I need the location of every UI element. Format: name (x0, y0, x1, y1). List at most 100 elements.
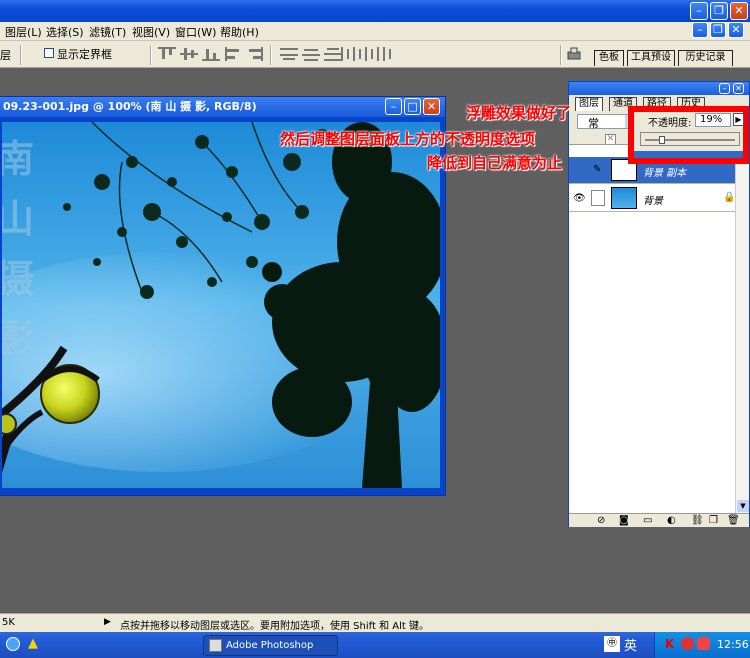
distribute-hcenter-icon[interactable] (358, 47, 376, 61)
menu-filter[interactable]: 滤镜(T) (89, 24, 126, 40)
show-bounds-label: 显示定界框 (57, 48, 112, 61)
doc-window-maximize-button[interactable]: □ (404, 98, 421, 115)
brush-icon: ✎ (593, 164, 602, 175)
doc-close-button[interactable]: ✕ (728, 22, 744, 38)
photoshop-app-icon (209, 639, 222, 652)
adjustment-layer-icon[interactable]: ◐ (667, 515, 676, 526)
visibility-eye-icon[interactable] (573, 164, 587, 176)
new-layer-icon[interactable]: ❐ (709, 515, 718, 526)
menu-select[interactable]: 选择(S) (46, 24, 84, 40)
menu-bar: 图层(L) 选择(S) 滤镜(T) 视图(V) 窗口(W) 帮助(H) – ❐ … (0, 22, 750, 41)
link-cell[interactable] (591, 190, 605, 206)
svg-text:摄: 摄 (2, 256, 34, 301)
align-right-icon[interactable] (246, 47, 264, 61)
link-layers-icon[interactable]: ⛓ (691, 515, 704, 526)
distribute-vcenter-icon[interactable] (302, 47, 320, 61)
app-title-bar: – ❐ ✕ (0, 0, 750, 22)
layers-list: ✎ 背景 副本 👁 背景 🔒 (569, 144, 749, 514)
lock-icon: 🔒 (723, 192, 736, 203)
separator (270, 45, 272, 65)
highlight-box: 不透明度: 19% ▶ (628, 106, 749, 164)
trash-icon[interactable]: 🗑 (727, 515, 740, 526)
options-bar: 层 显示定界框 色板 工具预设 历史记录 (0, 41, 750, 68)
menu-view[interactable]: 视图(V) (132, 24, 170, 40)
blend-mode-value: 常 (588, 117, 599, 130)
antivirus-icon[interactable]: K (665, 637, 674, 651)
security-tray-icon[interactable] (681, 637, 694, 650)
ime-language[interactable]: 英 (624, 635, 637, 654)
tab-swatches[interactable]: 色板 (594, 50, 624, 66)
shield-icon[interactable] (697, 637, 710, 650)
doc-window-close-button[interactable]: ✕ (423, 98, 440, 115)
svg-text:山: 山 (2, 196, 34, 241)
layers-scrollbar[interactable]: ▲ ▼ (735, 144, 749, 513)
opacity-flyout-icon[interactable]: ▶ (733, 113, 744, 126)
taskbar-app-button[interactable]: Adobe Photoshop (203, 635, 338, 656)
tab-history[interactable]: 历史记录 (678, 50, 733, 66)
tab-tool-presets[interactable]: 工具预设 (627, 50, 675, 66)
svg-text:影: 影 (2, 316, 34, 361)
layer-name[interactable]: 背景 (643, 192, 663, 207)
align-vcenter-icon[interactable] (180, 47, 198, 61)
auto-select-layer-label: 层 (0, 49, 11, 62)
layer-row[interactable]: 👁 背景 🔒 (569, 185, 749, 212)
palette-title-bar[interactable]: – ✕ (569, 82, 749, 95)
tab-layers[interactable]: 图层 (575, 97, 603, 111)
system-tray: K 12:56 (654, 632, 750, 658)
document-title-bar[interactable]: 09.23-001.jpg @ 100% (南 山 摄 影, RGB/8) (0, 97, 445, 117)
opacity-slider[interactable] (640, 132, 740, 146)
status-hint: 点按并拖移以移动图层或选区。要用附加选项，使用 Shift 和 Alt 键。 (120, 621, 429, 632)
document-window[interactable]: 09.23-001.jpg @ 100% (南 山 摄 影, RGB/8) – … (0, 96, 446, 496)
opacity-value: 19% (700, 114, 723, 125)
menu-layer[interactable]: 图层(L) (5, 24, 42, 40)
annotation-line-2: 然后调整图层面板上方的不透明度选项 (280, 130, 536, 148)
layer-mask-icon[interactable]: ◙ (619, 515, 629, 526)
distribute-top-icon[interactable] (280, 47, 298, 61)
restore-button[interactable]: ❐ (710, 2, 728, 20)
separator (150, 45, 152, 65)
status-arrow-icon[interactable]: ▶ (104, 617, 111, 627)
annotation-line-1: 浮雕效果做好了 (466, 104, 572, 122)
separator (560, 45, 562, 65)
status-bar: 5K ▶ 点按并拖移以移动图层或选区。要用附加选项，使用 Shift 和 Alt… (0, 613, 750, 632)
document-title: 09.23-001.jpg @ 100% (南 山 摄 影, RGB/8) (3, 100, 257, 113)
quicklaunch-ie-icon[interactable] (6, 637, 20, 651)
distribute-right-icon[interactable] (376, 47, 394, 61)
opacity-slider-thumb[interactable] (659, 136, 666, 144)
svg-text:南: 南 (2, 136, 34, 181)
ime-icon[interactable]: ㊥ (604, 636, 620, 652)
scroll-down-icon[interactable]: ▼ (737, 500, 749, 512)
layer-name[interactable]: 背景 副本 (643, 164, 686, 179)
align-top-icon[interactable] (158, 47, 176, 61)
menu-help[interactable]: 帮助(H) (220, 24, 259, 40)
selected-layer-strip (634, 151, 743, 158)
minimize-button[interactable]: – (690, 2, 708, 20)
new-group-icon[interactable]: ▭ (643, 515, 652, 526)
quicklaunch-warning-icon[interactable]: ▲ (28, 636, 38, 651)
doc-size: 5K (2, 617, 15, 628)
menu-window[interactable]: 窗口(W) (175, 24, 216, 40)
file-browser-icon[interactable] (566, 45, 582, 61)
align-left-icon[interactable] (224, 47, 242, 61)
opacity-input[interactable]: 19% (695, 113, 731, 127)
doc-minimize-button[interactable]: – (692, 22, 708, 38)
align-bottom-icon[interactable] (202, 47, 220, 61)
opacity-label: 不透明度: (648, 118, 692, 129)
annotation-line-3: 降低到自己满意为止 (427, 154, 563, 172)
visibility-eye-icon[interactable]: 👁 (573, 193, 586, 204)
show-bounds-checkbox[interactable] (44, 48, 54, 58)
palette-close-button[interactable]: ✕ (733, 83, 744, 94)
layer-thumbnail (611, 187, 637, 209)
doc-window-minimize-button[interactable]: – (385, 98, 402, 115)
taskbar: ▲ Adobe Photoshop ㊥ 英 K 12:56 (0, 632, 750, 658)
layer-style-icon[interactable]: ⊘ (597, 515, 605, 526)
palette-minimize-button[interactable]: – (719, 83, 730, 94)
palette-footer: ⊘ ◙ ▭ ◐ ⛓ ❐ 🗑 (569, 513, 749, 527)
clock: 12:56 (717, 638, 749, 651)
close-button[interactable]: ✕ (730, 2, 748, 20)
taskbar-app-label: Adobe Photoshop (226, 640, 314, 651)
separator (20, 45, 22, 65)
doc-restore-button[interactable]: ❐ (710, 22, 726, 38)
photo-canvas[interactable]: 南 山 摄 影 (2, 122, 440, 488)
distribute-left-icon[interactable] (340, 47, 358, 61)
